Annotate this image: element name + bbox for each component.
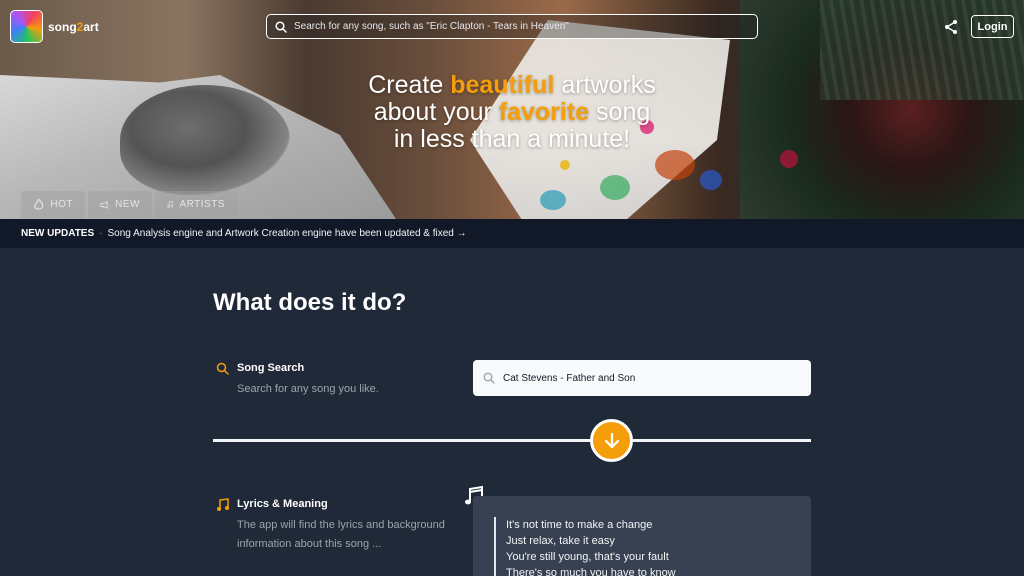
updates-separator: · [99,228,103,239]
login-button[interactable]: Login [971,15,1014,38]
logo-text: song2art [48,19,99,34]
app-logo[interactable]: song2art [10,10,99,43]
paint-splat [600,175,630,200]
paint-splat [700,170,722,190]
tab-artists[interactable]: ARTISTS [155,191,237,218]
music-note-icon [167,201,174,208]
lyrics-line: There's so much you have to know [506,567,676,576]
step-divider [213,439,811,442]
hero-tabs: HOT NEW ARTISTS [21,191,237,218]
demo-search-value: Cat Stevens - Father and Son [503,372,636,384]
feature-description: Search for any song you like. [237,383,379,395]
music-note-icon [217,498,229,511]
search-icon [483,372,495,384]
feature-title: Song Search [237,362,305,374]
feature-description: The app will find the lyrics and backgro… [237,519,445,550]
paint-splat [655,150,695,180]
share-icon[interactable] [943,19,959,35]
demo-search-field[interactable]: Cat Stevens - Father and Son [473,360,811,396]
hero-headline: Create beautiful artworks about your fav… [368,71,656,153]
step-arrow [590,419,633,462]
updates-message[interactable]: Song Analysis engine and Artwork Creatio… [108,228,467,239]
quote-bar [494,517,496,576]
feature-title: Lyrics & Meaning [237,498,328,510]
lyrics-line: You're still young, that's your fault [506,551,669,563]
logo-image [10,10,43,43]
search-icon [275,20,287,33]
lyrics-line: Just relax, take it easy [506,535,615,547]
megaphone-icon [100,200,108,209]
flame-icon [34,198,44,210]
tab-hot[interactable]: HOT [21,191,85,218]
lyrics-lines: It's not time to make a change Just rela… [506,517,676,576]
paint-splat [540,190,566,210]
tab-new[interactable]: NEW [88,191,152,218]
search-placeholder: Search for any song, such as "Eric Clapt… [294,21,569,32]
paint-splat [560,160,570,170]
feature-lyrics-meaning: Lyrics & Meaning The app will find the l… [216,498,457,554]
arrow-down-icon [604,432,619,448]
updates-bar[interactable]: NEW UPDATES · Song Analysis engine and A… [0,219,1024,248]
lyrics-card: It's not time to make a change Just rela… [473,496,811,576]
search-input[interactable]: Search for any song, such as "Eric Clapt… [266,14,758,39]
updates-label: NEW UPDATES [21,228,95,239]
search-icon [216,362,229,375]
section-title: What does it do? [213,289,407,316]
feature-song-search: Song Search Search for any song you like… [216,362,457,399]
lyrics-line: It's not time to make a change [506,519,653,531]
